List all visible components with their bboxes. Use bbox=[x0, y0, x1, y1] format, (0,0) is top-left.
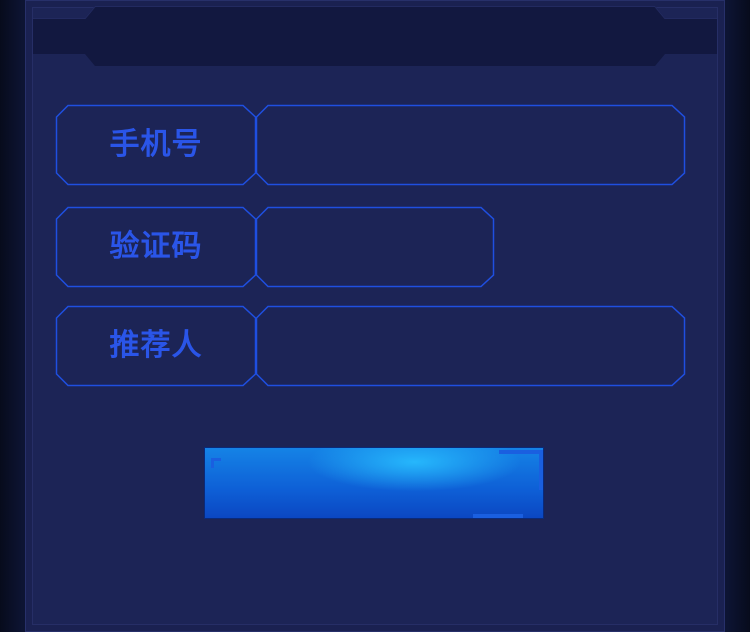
page-background: 手机号 验证码 推荐人 bbox=[0, 0, 750, 632]
code-label-box: 验证码 bbox=[55, 206, 257, 288]
code-input[interactable] bbox=[270, 217, 480, 279]
referrer-label: 推荐人 bbox=[109, 328, 203, 363]
header-frame bbox=[33, 6, 717, 19]
referrer-input[interactable] bbox=[270, 316, 671, 378]
phone-label-box: 手机号 bbox=[55, 104, 257, 186]
code-field[interactable] bbox=[255, 206, 495, 288]
phone-input[interactable] bbox=[270, 115, 671, 177]
phone-label: 手机号 bbox=[109, 127, 203, 162]
submit-button[interactable] bbox=[205, 448, 543, 518]
referrer-label-box: 推荐人 bbox=[55, 305, 257, 387]
phone-field[interactable] bbox=[255, 104, 686, 186]
panel-header bbox=[33, 6, 717, 66]
submit-button-label bbox=[205, 448, 543, 518]
code-label: 验证码 bbox=[109, 229, 203, 264]
referrer-field[interactable] bbox=[255, 305, 686, 387]
